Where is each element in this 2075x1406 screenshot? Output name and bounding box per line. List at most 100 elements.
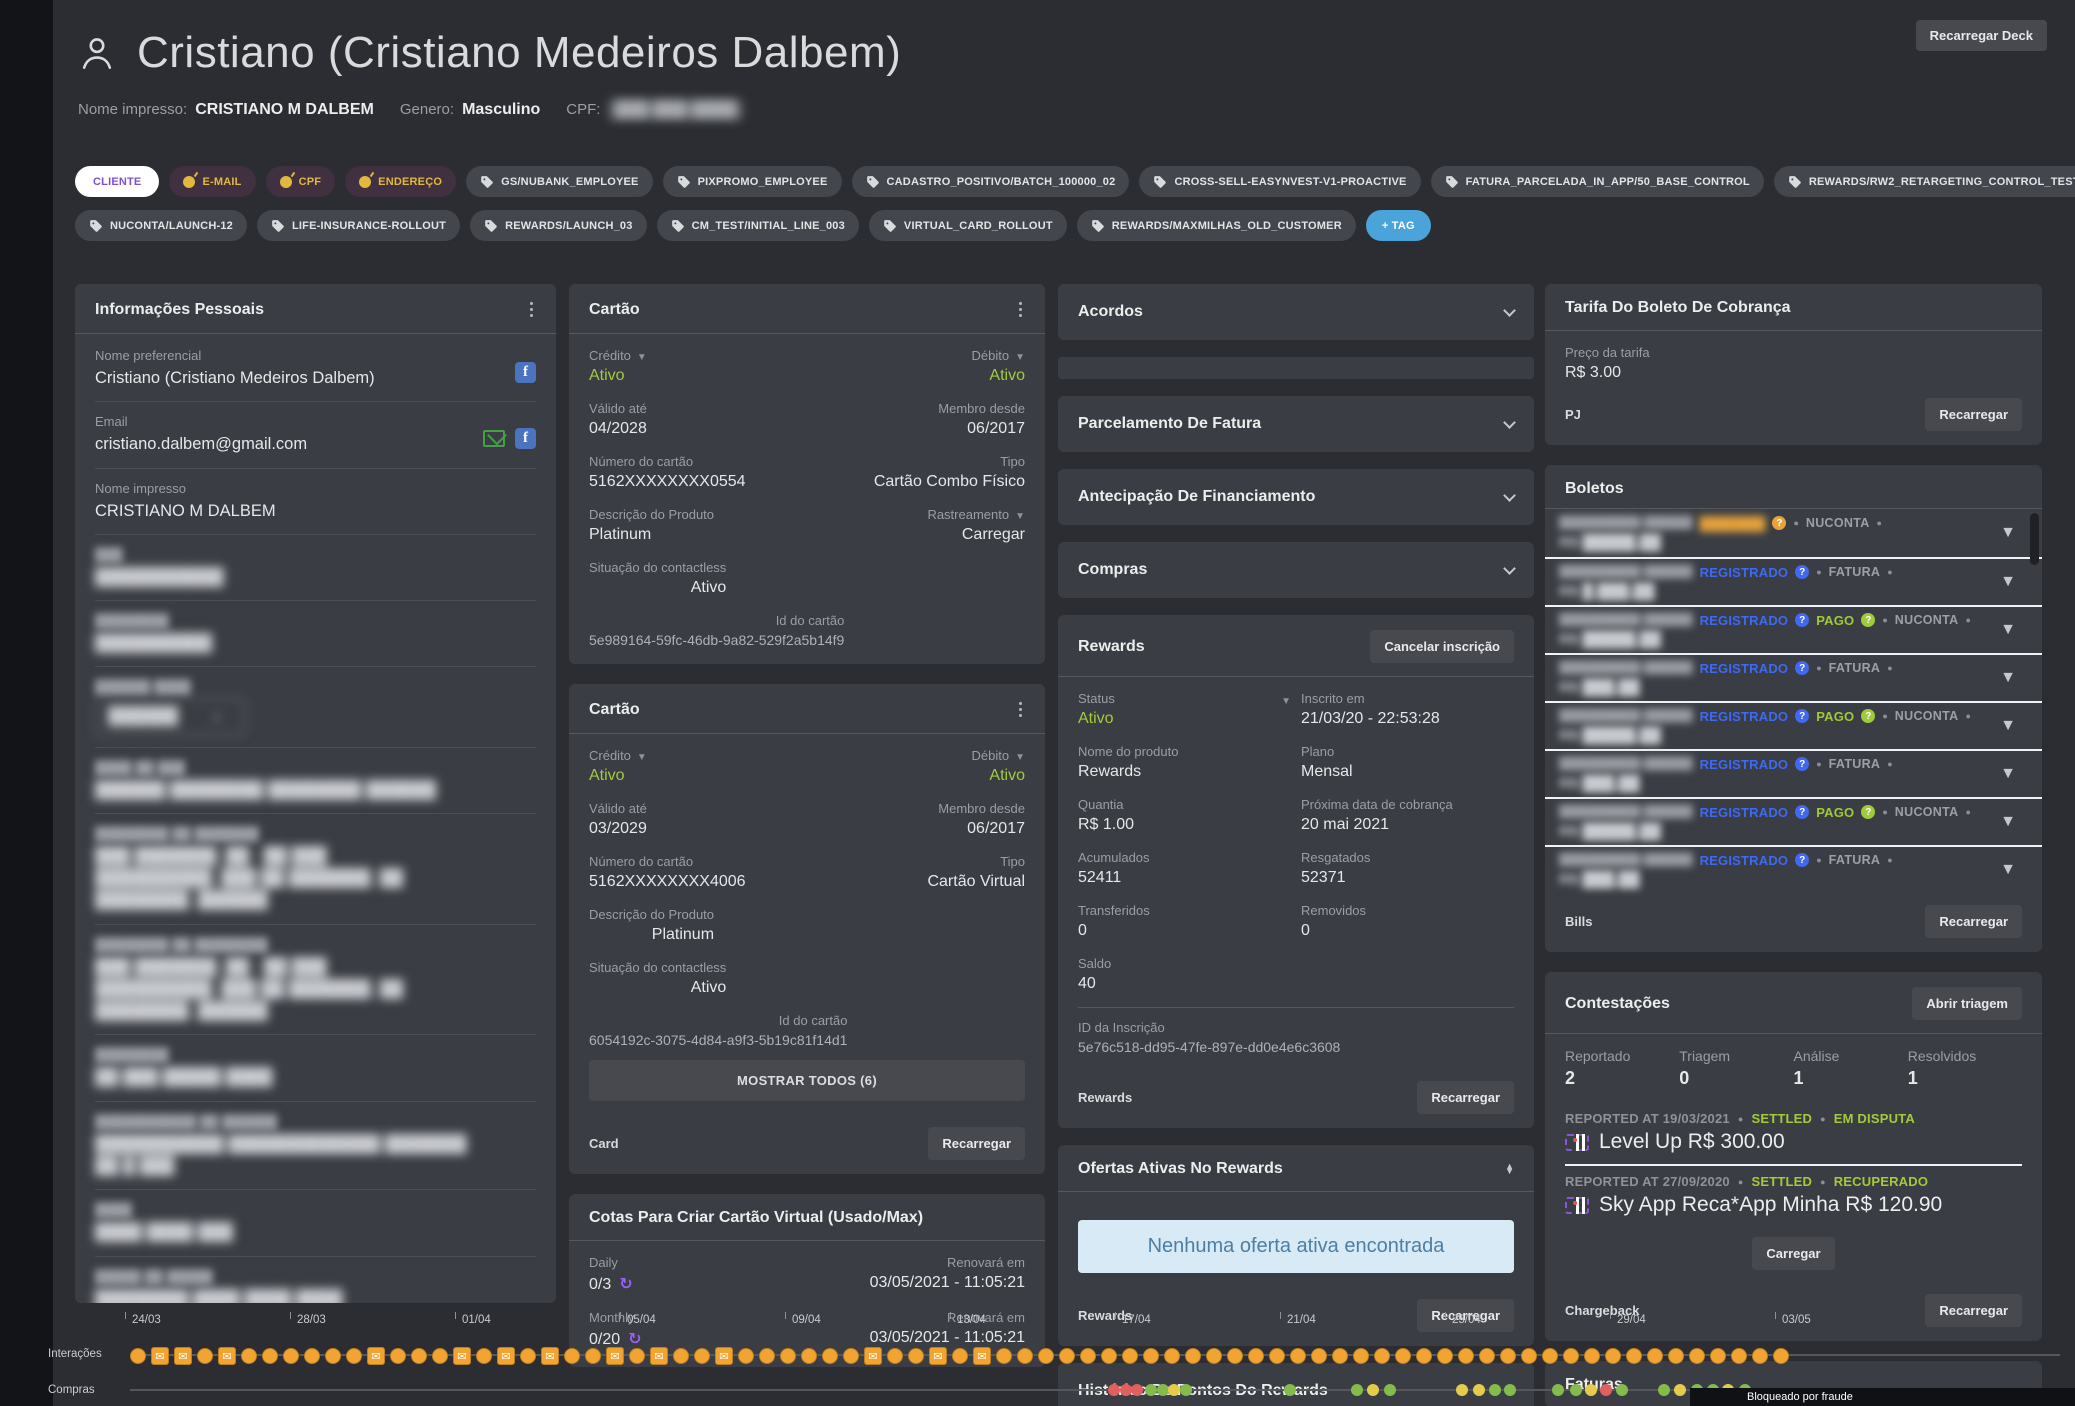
interaction-dot[interactable] [197,1348,213,1364]
interaction-dot[interactable] [1752,1348,1768,1364]
cancel-subscription-button[interactable]: Cancelar inscrição [1370,630,1514,663]
interaction-dot[interactable] [1500,1348,1516,1364]
interaction-dot[interactable] [585,1348,601,1364]
reload-boletos-button[interactable]: Recarregar [1925,905,2022,938]
sort-icon[interactable] [1505,1164,1514,1174]
question-icon[interactable] [1795,613,1809,627]
expand-triangle-icon[interactable] [2000,669,2016,687]
interaction-dot[interactable] [151,1347,169,1365]
purchase-dot[interactable] [1473,1384,1485,1396]
tag-chip[interactable]: REWARDS/MAXMILHAS_OLD_CUSTOMER [1077,210,1356,241]
status-dropdown[interactable] [1275,691,1291,709]
purchase-dot[interactable] [1180,1384,1192,1396]
facebook-icon[interactable] [515,362,536,383]
interaction-dot[interactable] [476,1348,492,1364]
interaction-dot[interactable] [650,1347,668,1365]
interaction-dot[interactable] [541,1347,559,1365]
open-triage-button[interactable]: Abrir triagem [1912,987,2022,1020]
dispute-row[interactable]: REPORTED AT 27/09/2020 SETTLED RECUPERAD… [1565,1164,2022,1227]
tag-chip[interactable]: REWARDS/LAUNCH_03 [470,210,646,241]
purchase-dot[interactable] [1145,1384,1157,1396]
expand-triangle-icon[interactable] [2000,573,2016,591]
interaction-dot[interactable] [694,1348,710,1364]
question-icon[interactable] [1795,661,1809,675]
expand-triangle-icon[interactable] [2000,524,2016,542]
tag-chip[interactable]: ENDEREÇO [345,166,456,197]
show-all-cards-button[interactable]: MOSTRAR TODOS (6) [589,1060,1025,1101]
purchase-dot[interactable] [1489,1384,1501,1396]
question-icon[interactable] [1795,565,1809,579]
interaction-dot[interactable] [497,1347,515,1365]
interaction-dot[interactable] [843,1348,859,1364]
interaction-dot[interactable] [1521,1348,1537,1364]
kebab-menu-icon[interactable] [1016,299,1025,320]
tag-chip[interactable]: NUCONTA/LAUNCH-12 [75,210,247,241]
interaction-dot[interactable] [1416,1348,1432,1364]
purchase-dot[interactable] [1585,1384,1597,1396]
interaction-dot[interactable] [606,1347,624,1365]
purchase-dot[interactable] [1351,1384,1363,1396]
reload-deck-button[interactable]: Recarregar Deck [1916,20,2047,51]
expand-triangle-icon[interactable] [2000,813,2016,831]
tag-chip[interactable]: REWARDS/RW2_RETARGETING_CONTROL_TEST [1774,166,2075,197]
interaction-dot[interactable] [453,1347,471,1365]
interaction-dot[interactable] [283,1348,299,1364]
interaction-dot[interactable] [1185,1348,1201,1364]
interaction-dot[interactable] [1269,1348,1285,1364]
interaction-dot[interactable] [738,1348,754,1364]
interaction-dot[interactable] [673,1348,689,1364]
interaction-dot[interactable] [996,1348,1012,1364]
interaction-dot[interactable] [780,1348,796,1364]
debito-dropdown[interactable]: Débito [972,348,1025,363]
credito-dropdown[interactable]: Crédito [589,348,647,363]
tag-chip[interactable]: CADASTRO_POSITIVO/BATCH_100000_02 [852,166,1130,197]
reload-cards-button[interactable]: Recarregar [928,1127,1025,1160]
accordion-parcelamento[interactable]: Parcelamento De Fatura [1058,396,1534,452]
interaction-dot[interactable] [1626,1348,1642,1364]
tag-chip[interactable]: PIXPROMO_EMPLOYEE [663,166,842,197]
refresh-icon[interactable] [619,1276,632,1293]
interaction-dot[interactable] [801,1348,817,1364]
purchase-dot[interactable] [1570,1384,1582,1396]
tag-chip[interactable]: LIFE-INSURANCE-ROLLOUT [257,210,460,241]
purchase-dot[interactable] [1367,1384,1379,1396]
envelope-icon[interactable] [483,430,505,447]
purchase-dot[interactable] [1120,1384,1132,1396]
interaction-dot[interactable] [1395,1348,1411,1364]
question-icon[interactable] [1795,757,1809,771]
interaction-dot[interactable] [1248,1348,1264,1364]
purchase-dot[interactable] [1131,1384,1143,1396]
question-icon[interactable] [1795,805,1809,819]
interaction-dot[interactable] [1164,1348,1180,1364]
interaction-dot[interactable] [1080,1348,1096,1364]
tag-chip[interactable]: FATURA_PARCELADA_IN_APP/50_BASE_CONTROL [1431,166,1764,197]
expand-triangle-icon[interactable] [2000,861,2016,879]
kebab-menu-icon[interactable] [527,299,536,320]
interaction-dot[interactable] [1437,1348,1453,1364]
interaction-dot[interactable] [1017,1348,1033,1364]
interaction-dot[interactable] [564,1348,580,1364]
interaction-dot[interactable] [325,1348,341,1364]
purchase-dot[interactable] [1456,1384,1468,1396]
interaction-dot[interactable] [1227,1348,1243,1364]
interaction-dot[interactable] [887,1348,903,1364]
accordion-acordos[interactable]: Acordos [1058,284,1534,340]
facebook-icon[interactable] [515,428,536,449]
expand-triangle-icon[interactable] [2000,621,2016,639]
accordion-antecipacao[interactable]: Antecipação De Financiamento [1058,469,1534,525]
interaction-dot[interactable] [864,1347,882,1365]
interaction-dot[interactable] [1647,1348,1663,1364]
question-icon[interactable] [1861,805,1875,819]
interaction-dot[interactable] [1668,1348,1684,1364]
interaction-dot[interactable] [1542,1348,1558,1364]
interaction-dot[interactable] [390,1348,406,1364]
tag-chip[interactable]: + TAG [1366,210,1431,241]
purchase-dot[interactable] [1284,1384,1296,1396]
interaction-dot[interactable] [908,1348,924,1364]
purchase-dot[interactable] [1600,1384,1612,1396]
interaction-dot[interactable] [1038,1348,1054,1364]
question-icon[interactable] [1861,613,1875,627]
interaction-dot[interactable] [1773,1348,1789,1364]
tag-chip[interactable]: CPF [266,166,336,197]
credito-dropdown[interactable]: Crédito [589,748,647,763]
